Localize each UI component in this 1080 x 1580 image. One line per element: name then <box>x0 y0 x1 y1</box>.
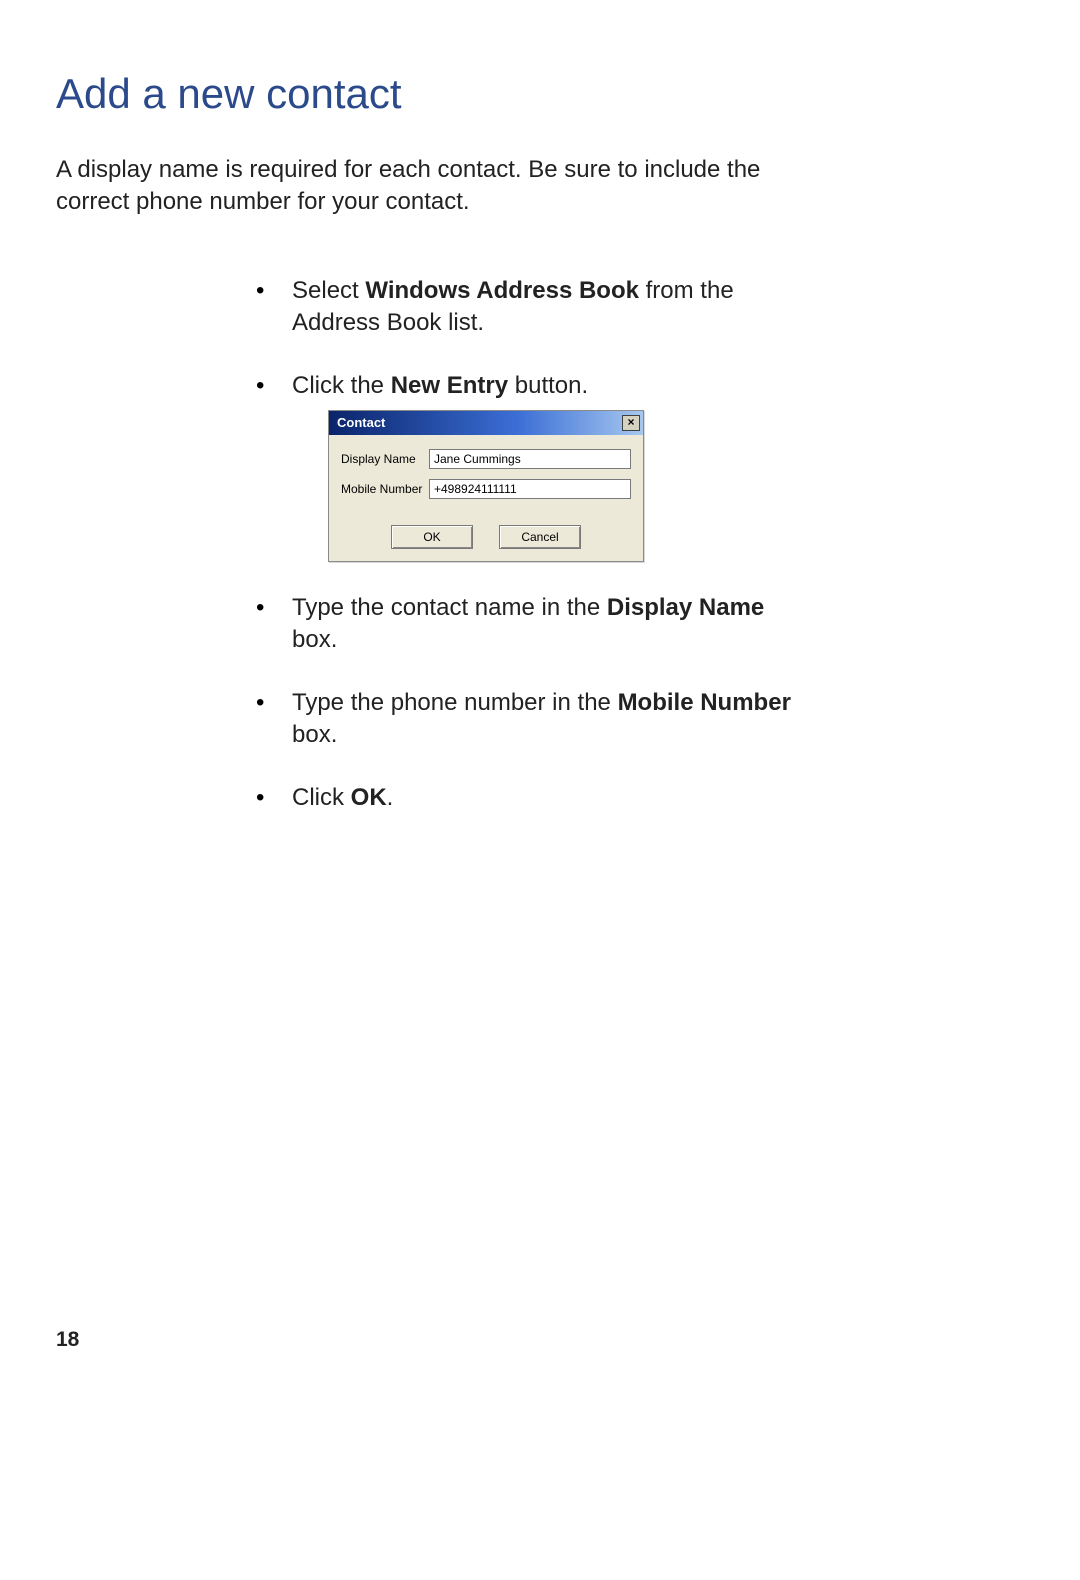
display-name-row: Display Name <box>341 449 631 469</box>
step-item: Click the New Entry button. Contact × Di… <box>256 370 816 562</box>
close-icon: × <box>627 415 634 429</box>
close-button[interactable]: × <box>622 415 640 431</box>
bold-text: Mobile Number <box>618 689 791 716</box>
text: box. <box>292 626 337 653</box>
dialog-body: Display Name Mobile Number <box>329 435 643 517</box>
display-name-input[interactable] <box>429 449 631 469</box>
steps-list: Select Windows Address Book from the Add… <box>256 275 816 814</box>
text: Click <box>292 784 351 811</box>
text: . <box>387 784 394 811</box>
step-item: Select Windows Address Book from the Add… <box>256 275 816 340</box>
ok-button[interactable]: OK <box>391 525 473 549</box>
mobile-number-label: Mobile Number <box>341 481 429 497</box>
dialog-titlebar: Contact × <box>329 411 643 435</box>
text: button. <box>508 372 588 399</box>
bold-text: OK <box>351 784 387 811</box>
text: box. <box>292 721 337 748</box>
contact-dialog: Contact × Display Name Mobile Number <box>328 410 644 562</box>
text: Click the <box>292 372 391 399</box>
step-item: Type the contact name in the Display Nam… <box>256 592 816 657</box>
mobile-number-input[interactable] <box>429 479 631 499</box>
bold-text: Windows Address Book <box>365 277 639 304</box>
cancel-button[interactable]: Cancel <box>499 525 581 549</box>
dialog-button-row: OK Cancel <box>329 517 643 561</box>
step-item: Type the phone number in the Mobile Numb… <box>256 687 816 752</box>
bold-text: Display Name <box>607 594 764 621</box>
page-number: 18 <box>56 1328 79 1352</box>
page-title: Add a new contact <box>56 70 1024 118</box>
text: Type the contact name in the <box>292 594 607 621</box>
text: Select <box>292 277 365 304</box>
step-item: Click OK. <box>256 782 816 814</box>
dialog-title-text: Contact <box>337 414 385 432</box>
intro-paragraph: A display name is required for each cont… <box>56 154 836 219</box>
bold-text: New Entry <box>391 372 508 399</box>
text: Type the phone number in the <box>292 689 618 716</box>
mobile-number-row: Mobile Number <box>341 479 631 499</box>
display-name-label: Display Name <box>341 451 429 467</box>
